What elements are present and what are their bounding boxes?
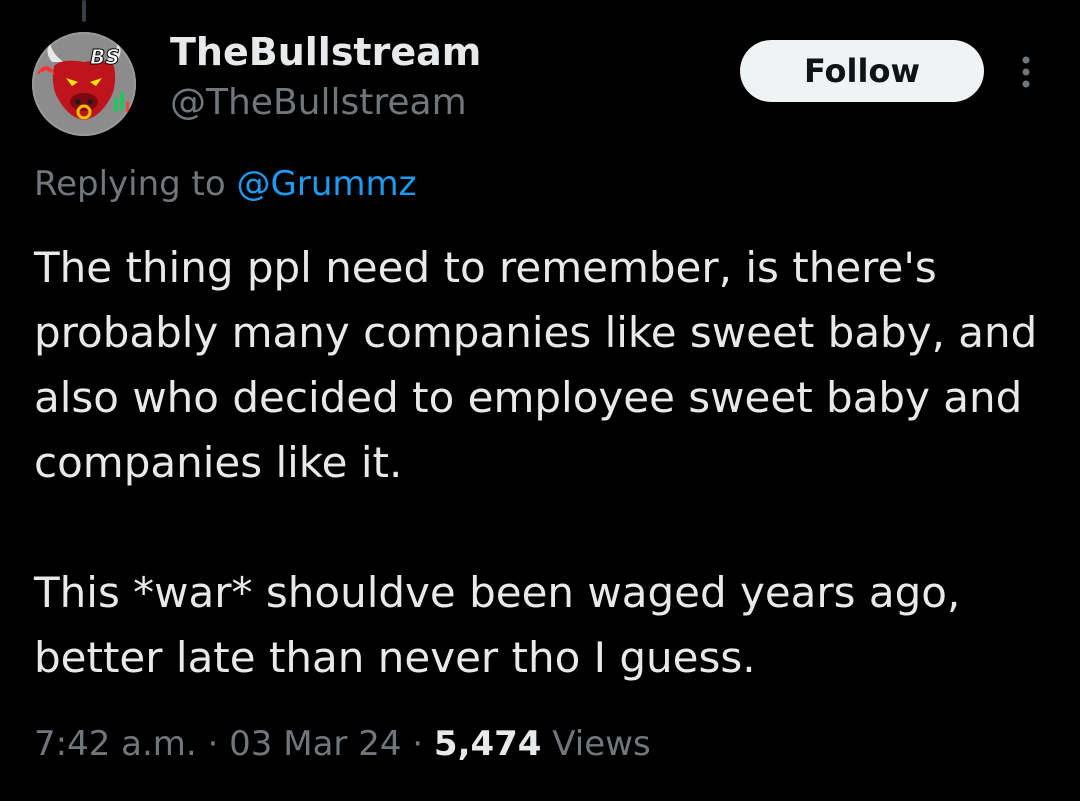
thread-connector-line (82, 0, 86, 22)
reply-mention-link[interactable]: @Grummz (237, 164, 417, 204)
views-label: Views (541, 724, 651, 764)
avatar[interactable]: BS (32, 32, 136, 136)
tweet-time[interactable]: 7:42 a.m. (34, 724, 197, 764)
reply-context: Replying to @Grummz (34, 164, 416, 204)
bull-logo-icon: BS (32, 32, 136, 136)
tweet-date[interactable]: 03 Mar 24 (229, 724, 401, 764)
follow-button[interactable]: Follow (740, 40, 984, 102)
views-count[interactable]: 5,474 (434, 724, 542, 764)
tweet-text: The thing ppl need to remember, is there… (34, 235, 1044, 690)
author-display-name[interactable]: TheBullstream (170, 30, 481, 74)
reply-context-prefix: Replying to (34, 164, 237, 204)
tweet-paragraph: The thing ppl need to remember, is there… (34, 243, 1038, 487)
meta-separator: · (196, 724, 230, 764)
svg-text:BS: BS (90, 45, 120, 69)
tweet-meta: 7:42 a.m. · 03 Mar 24 · 5,474 Views (34, 724, 651, 764)
more-vertical-icon (1022, 56, 1030, 88)
tweet-paragraph: This *war* shouldve been waged years ago… (34, 568, 961, 682)
paragraph-break (34, 495, 1044, 560)
meta-separator: · (401, 724, 434, 764)
more-options-button[interactable] (1010, 50, 1042, 94)
author-handle[interactable]: @TheBullstream (170, 82, 467, 123)
